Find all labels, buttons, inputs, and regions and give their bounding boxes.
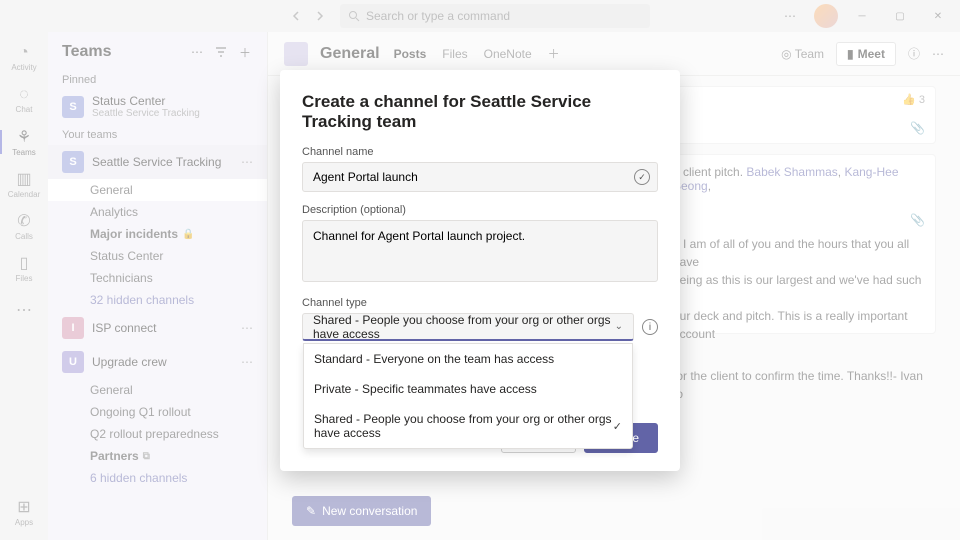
channel-name-label: Channel name <box>302 146 658 158</box>
channel-name-input[interactable] <box>302 162 658 192</box>
description-input[interactable] <box>302 220 658 282</box>
channel-type-dropdown: Standard - Everyone on the team has acce… <box>303 343 633 449</box>
option-standard[interactable]: Standard - Everyone on the team has acce… <box>304 344 632 374</box>
check-icon: ✓ <box>613 420 622 433</box>
modal-title: Create a channel for Seattle Service Tra… <box>302 92 658 132</box>
option-shared[interactable]: Shared - People you choose from your org… <box>304 404 632 448</box>
description-label: Description (optional) <box>302 204 658 216</box>
info-icon[interactable]: i <box>642 319 658 335</box>
option-private[interactable]: Private - Specific teammates have access <box>304 374 632 404</box>
create-channel-modal: Create a channel for Seattle Service Tra… <box>280 70 680 471</box>
valid-check-icon: ✓ <box>634 169 650 185</box>
channel-type-select[interactable]: Shared - People you choose from your org… <box>302 313 634 341</box>
channel-type-label: Channel type <box>302 297 658 309</box>
chevron-down-icon: ⌄ <box>615 321 623 332</box>
